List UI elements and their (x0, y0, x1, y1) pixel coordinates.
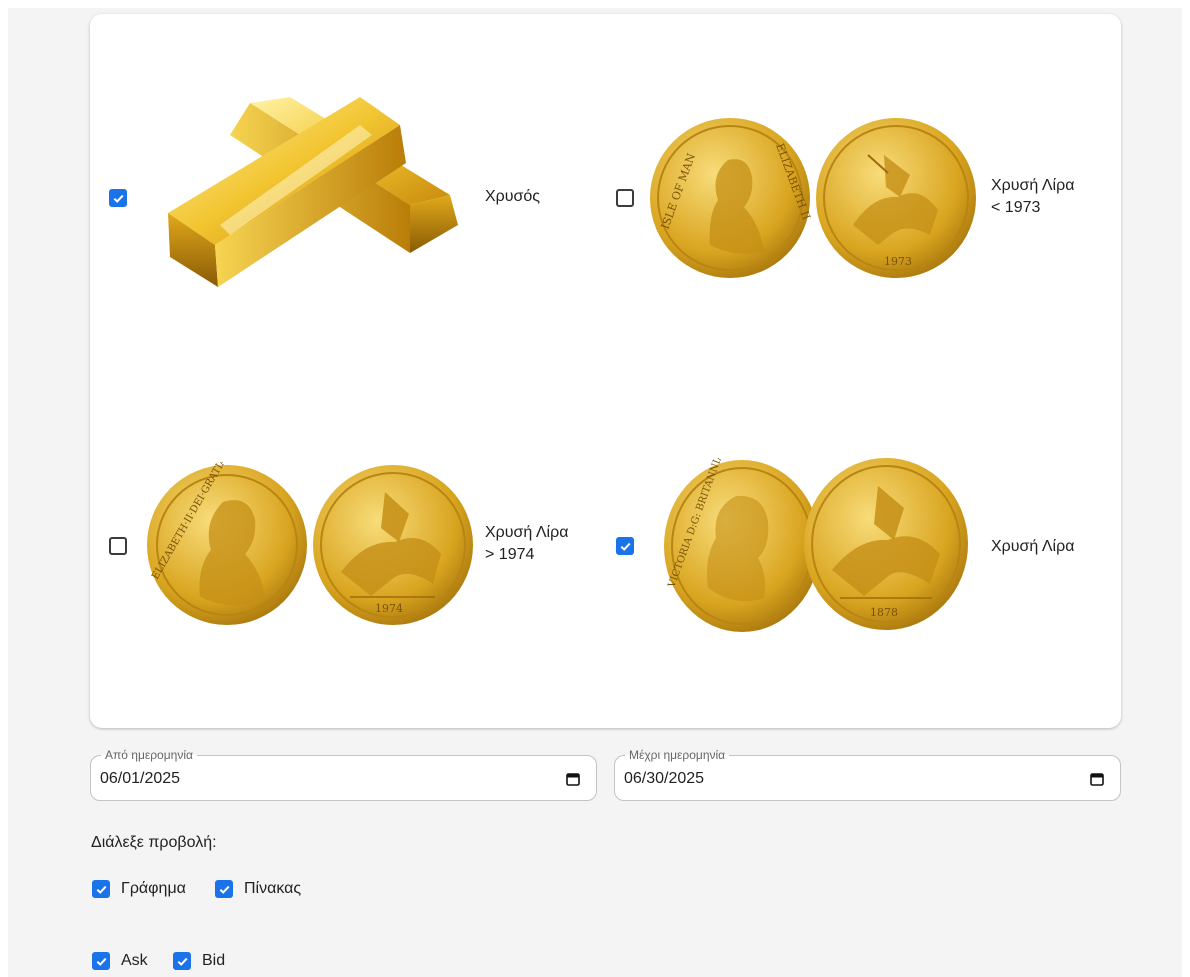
calendar-icon[interactable] (566, 772, 580, 786)
view-selection-title: Διάλεξε προβολή: (91, 834, 217, 851)
view-option-chart[interactable]: Γράφημα (92, 880, 186, 898)
price-option-ask[interactable]: Ask (92, 952, 148, 970)
sovereign-pre-1973-image: ISLE OF MAN ELIZABETH II 1973 (650, 118, 976, 278)
price-option-ask-label: Ask (121, 952, 148, 969)
label-gold-line1: Χρυσός (485, 188, 541, 205)
from-date-value[interactable]: 06/01/2025 (100, 770, 180, 788)
label-sovereign-post-1974-line1: Χρυσή Λίρα (485, 524, 569, 541)
to-date-legend: Μέχρι ημερομηνία (625, 748, 730, 762)
checkbox-sovereign-pre-1973[interactable] (616, 189, 634, 207)
sovereign-victoria-image: VICTORIA D:G: BRITANNIAR: REG: F:D: 1878 (664, 458, 968, 632)
to-date-field[interactable]: Μέχρι ημερομηνία 06/30/2025 (614, 748, 1121, 801)
checkbox-sovereign-post-1974[interactable] (109, 537, 127, 555)
coin-text-year-1974: 1974 (375, 602, 403, 615)
from-date-field[interactable]: Από ημερομηνία 06/01/2025 (90, 748, 597, 801)
label-sovereign-pre-1973-line1: Χρυσή Λίρα (991, 177, 1075, 194)
checkbox-bid[interactable] (173, 952, 191, 970)
label-sovereign-pre-1973-line2: < 1973 (991, 199, 1041, 216)
checkbox-gold[interactable] (109, 189, 127, 207)
coin-text-year-1878: 1878 (870, 606, 898, 619)
view-option-chart-label: Γράφημα (121, 880, 186, 897)
product-option-sovereign[interactable] (616, 537, 634, 555)
checkbox-table[interactable] (215, 880, 233, 898)
label-sovereign: Χρυσή Λίρα (991, 536, 1074, 558)
view-option-table[interactable]: Πίνακας (215, 880, 301, 898)
label-sovereign-line1: Χρυσή Λίρα (991, 538, 1075, 555)
view-option-table-label: Πίνακας (244, 880, 302, 897)
from-date-legend: Από ημερομηνία (101, 748, 197, 762)
gold-bars-image (168, 97, 458, 287)
coin-text-year-1973: 1973 (884, 255, 912, 268)
checkbox-chart[interactable] (92, 880, 110, 898)
checkbox-sovereign[interactable] (616, 537, 634, 555)
price-option-bid[interactable]: Bid (173, 952, 225, 970)
sovereign-post-1974-image: ELIZABETH·II·DEI·GRATIA·REGINA·F·D 1974 (147, 462, 473, 625)
label-sovereign-pre-1973: Χρυσή Λίρα < 1973 (991, 175, 1074, 219)
label-sovereign-post-1974-line2: > 1974 (485, 546, 535, 563)
label-gold: Χρυσός (485, 186, 540, 208)
product-option-sovereign-post-1974[interactable] (109, 537, 127, 555)
price-option-bid-label: Bid (202, 952, 226, 969)
to-date-value[interactable]: 06/30/2025 (624, 770, 704, 788)
checkbox-ask[interactable] (92, 952, 110, 970)
label-sovereign-post-1974: Χρυσή Λίρα > 1974 (485, 522, 568, 566)
product-option-gold[interactable] (109, 189, 127, 207)
calendar-icon[interactable] (1090, 772, 1104, 786)
product-option-sovereign-pre-1973[interactable] (616, 189, 634, 207)
